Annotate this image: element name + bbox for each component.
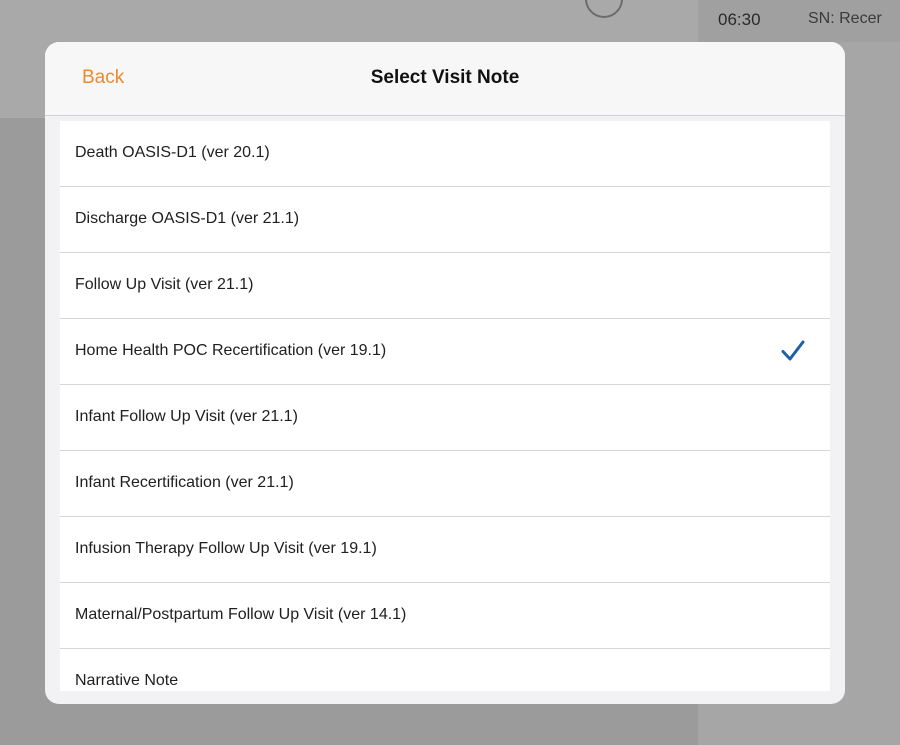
visit-note-list: Death OASIS-D1 (ver 20.1) Discharge OASI…: [60, 121, 830, 691]
list-item[interactable]: Follow Up Visit (ver 21.1): [60, 253, 830, 319]
list-item-label: Discharge OASIS-D1 (ver 21.1): [75, 210, 300, 227]
list-item[interactable]: Infant Recertification (ver 21.1): [60, 451, 830, 517]
list-item-label: Infant Follow Up Visit (ver 21.1): [75, 408, 298, 425]
checkmark-icon: [781, 340, 805, 361]
list-item[interactable]: Death OASIS-D1 (ver 20.1): [60, 121, 830, 187]
list-item-label: Home Health POC Recertification (ver 19.…: [75, 342, 387, 359]
list-item-label: Infant Recertification (ver 21.1): [75, 474, 294, 491]
list-item-label: Follow Up Visit (ver 21.1): [75, 276, 254, 293]
modal-title: Select Visit Note: [370, 67, 520, 88]
background-entry-label: SN: Recer: [808, 10, 882, 27]
list-item[interactable]: Infusion Therapy Follow Up Visit (ver 19…: [60, 517, 830, 583]
list-item[interactable]: Infant Follow Up Visit (ver 21.1): [60, 385, 830, 451]
background-time: 06:30: [718, 10, 761, 29]
list-item-label: Infusion Therapy Follow Up Visit (ver 19…: [75, 540, 377, 557]
list-item[interactable]: Discharge OASIS-D1 (ver 21.1): [60, 187, 830, 253]
select-visit-note-modal: Back Select Visit Note Death OASIS-D1 (v…: [45, 42, 845, 704]
list-item-label: Maternal/Postpartum Follow Up Visit (ver…: [75, 606, 407, 623]
modal-header: Back Select Visit Note: [45, 42, 845, 116]
list-item[interactable]: Maternal/Postpartum Follow Up Visit (ver…: [60, 583, 830, 649]
list-item[interactable]: Narrative Note: [60, 649, 830, 691]
list-item-label: Death OASIS-D1 (ver 20.1): [75, 144, 270, 161]
list-item-selected[interactable]: Home Health POC Recertification (ver 19.…: [60, 319, 830, 385]
screen: 06:30 SN: Recer Back Select Visit Note D…: [0, 0, 900, 745]
list-item-label: Narrative Note: [75, 672, 179, 689]
